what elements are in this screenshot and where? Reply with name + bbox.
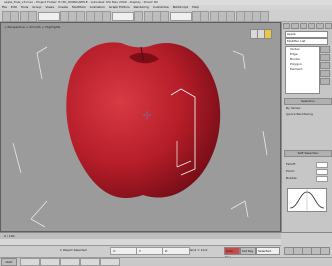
key-filter-dropdown[interactable]: Selected (256, 247, 280, 255)
taskbar-item-3[interactable] (60, 258, 80, 266)
by-vertex-label: By Vertex (286, 106, 301, 110)
taskbar-item-1[interactable] (20, 258, 40, 266)
object-name-text: Apple (287, 32, 296, 36)
main-toolbar (0, 10, 332, 22)
falloff-curve-graph (287, 188, 327, 212)
align-button[interactable] (200, 11, 209, 22)
z-coord-label: Z: (165, 249, 169, 253)
pinch-spinner[interactable] (316, 169, 328, 175)
selection-status: 1 Object Selected (60, 248, 87, 252)
ignore-backfacing-row[interactable]: Ignore Backfacing (286, 112, 328, 116)
falloff-spinner[interactable] (316, 162, 328, 168)
taskbar-item-2[interactable] (40, 258, 60, 266)
x-coord-label: X: (113, 249, 117, 253)
command-panel-tabs (283, 23, 332, 29)
command-panel: Apple Modifier List Vertex Edge Border P… (281, 22, 332, 232)
quick-render-button[interactable] (260, 11, 269, 22)
tab-display[interactable] (316, 23, 324, 29)
taskbar: start (0, 257, 332, 266)
viewport-scene (12, 42, 268, 228)
named-selection-dropdown[interactable] (170, 12, 192, 21)
object-name-field[interactable]: Apple (285, 31, 328, 38)
bubble-row: Bubble: (286, 176, 328, 182)
ignore-backfacing-label: Ignore Backfacing (286, 112, 313, 116)
bubble-spinner[interactable] (316, 176, 328, 182)
apple-mesh (66, 42, 221, 199)
x-coord-field[interactable]: X: (110, 247, 138, 255)
modifier-stack[interactable]: Vertex Edge Border Polygon Element (285, 46, 320, 94)
pivot-button[interactable] (134, 11, 143, 22)
selection-rollout[interactable]: Selection (284, 98, 332, 105)
tab-utilities[interactable] (324, 23, 332, 29)
make-unique-button[interactable] (320, 62, 330, 69)
by-vertex-row[interactable]: By Vertex (286, 106, 328, 110)
percent-snap-button[interactable] (160, 11, 169, 22)
y-coord-label: Y: (139, 249, 142, 253)
z-coord-field[interactable]: Z: (162, 247, 190, 255)
tab-motion[interactable] (307, 23, 316, 29)
soft-selection-rollout[interactable]: Soft Selection (284, 150, 332, 157)
set-key-button[interactable]: Set Key (240, 247, 256, 255)
stack-item-element[interactable]: Element (286, 67, 319, 72)
bubble-label: Bubble: (286, 176, 298, 180)
y-coord-field[interactable]: Y: (136, 247, 164, 255)
scale-button[interactable] (102, 11, 111, 22)
pinch-label: Pinch: (286, 169, 296, 173)
modifier-list-dropdown[interactable]: Modifier List (285, 38, 328, 45)
selection-filter-dropdown[interactable] (38, 12, 60, 21)
status-row: 1 Object Selected X: Y: Z: Grid = 10.0 A… (0, 246, 332, 259)
configure-sets-button[interactable] (320, 78, 330, 85)
start-button[interactable]: start (1, 258, 17, 266)
pinch-row: Pinch: (286, 169, 328, 175)
falloff-row: Falloff: (286, 162, 328, 168)
key-filter-label: Selected (258, 249, 272, 253)
selection-region-button[interactable] (76, 11, 85, 22)
pin-stack-button[interactable] (320, 46, 330, 53)
unlink-button[interactable] (28, 11, 37, 22)
track-bar[interactable] (0, 239, 281, 246)
taskbar-item-4[interactable] (80, 258, 100, 266)
perspective-viewport[interactable]: + Perspective + Smooth + Highlights (0, 22, 281, 232)
start-label: start (5, 260, 13, 264)
grid-size: Grid = 10.0 (190, 248, 208, 252)
modifier-list-text: Modifier List (287, 39, 306, 43)
goto-end-button[interactable] (320, 247, 330, 255)
falloff-label: Falloff: (286, 162, 296, 166)
set-key-label: Set Key (242, 249, 254, 253)
reference-coord-dropdown[interactable] (112, 12, 134, 21)
falloff-curve-icon (289, 189, 325, 211)
auto-key-button[interactable]: Auto Key (224, 247, 240, 259)
status-area: 0 / 100 1 Object Selected X: Y: Z: Grid … (0, 232, 332, 266)
stack-side-buttons (320, 46, 330, 92)
remove-modifier-button[interactable] (320, 70, 330, 77)
tab-create[interactable] (283, 23, 291, 29)
tab-modify[interactable] (291, 23, 299, 29)
tab-hierarchy[interactable] (299, 23, 307, 29)
show-end-result-button[interactable] (320, 54, 330, 61)
redo-button[interactable] (10, 11, 19, 22)
taskbar-item-5[interactable] (100, 258, 120, 266)
schematic-view-button[interactable] (226, 11, 235, 22)
